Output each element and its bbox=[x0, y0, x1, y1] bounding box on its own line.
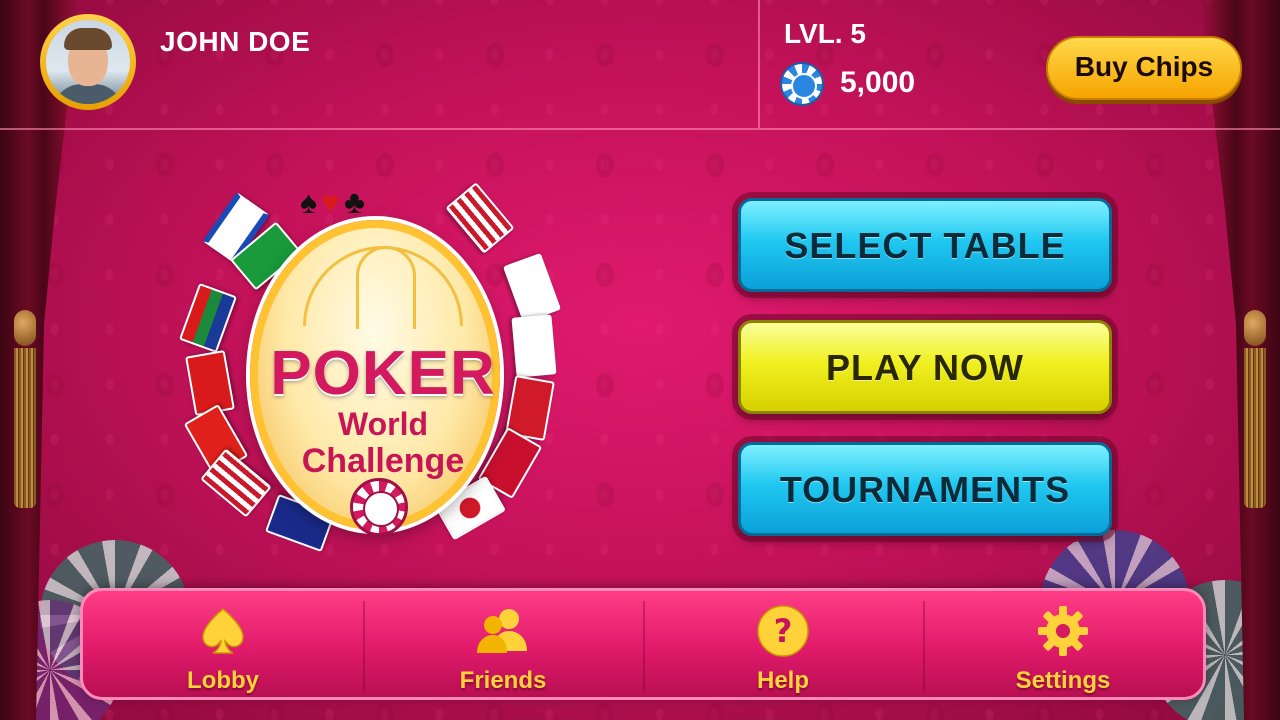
top-bar: JOHN DOE LVL. 5 5,000 Buy Chips bbox=[0, 0, 1280, 130]
nav-item-help[interactable]: ? Help bbox=[643, 591, 923, 697]
avatar[interactable] bbox=[40, 14, 136, 110]
player-name: JOHN DOE bbox=[160, 26, 311, 57]
logo-subtitle-line1: World bbox=[337, 406, 429, 442]
logo-subtitle-line2: Challenge bbox=[301, 442, 465, 480]
logo-emblem: POKER World Challenge bbox=[250, 220, 500, 536]
flag-turkey bbox=[185, 349, 235, 417]
nav-label-help: Help bbox=[756, 667, 809, 694]
poker-chip-icon bbox=[350, 478, 408, 536]
play-now-button[interactable]: PLAY NOW bbox=[738, 320, 1112, 414]
buy-chips-button[interactable]: Buy Chips bbox=[1046, 36, 1242, 100]
select-table-button[interactable]: SELECT TABLE bbox=[738, 198, 1112, 292]
friends-icon bbox=[475, 603, 531, 659]
bottom-nav: Lobby Friends ? Help Settings bbox=[80, 588, 1206, 700]
logo-title: POKER bbox=[270, 339, 496, 408]
nav-label-friends: Friends bbox=[459, 667, 547, 694]
chip-icon bbox=[780, 62, 824, 106]
nav-label-settings: Settings bbox=[1015, 667, 1111, 694]
chip-balance: 5,000 bbox=[840, 66, 916, 99]
svg-text:?: ? bbox=[774, 612, 793, 650]
tournaments-button[interactable]: TOURNAMENTS bbox=[738, 442, 1112, 536]
help-icon: ? bbox=[755, 603, 811, 659]
nav-item-friends[interactable]: Friends bbox=[363, 591, 643, 697]
tassel-left bbox=[14, 310, 36, 510]
flag-usa-right bbox=[445, 182, 515, 254]
gear-icon bbox=[1035, 603, 1091, 659]
flag-finland bbox=[502, 252, 562, 324]
tassel-right bbox=[1244, 310, 1266, 510]
flag-south-africa bbox=[178, 282, 238, 354]
avatar-photo bbox=[46, 20, 130, 104]
card-suits-icon: ♠♥♣ bbox=[300, 184, 369, 220]
spade-icon bbox=[195, 603, 251, 659]
game-logo: ♠♥♣ POKER World Challenge bbox=[150, 158, 600, 568]
flag-korea bbox=[511, 314, 557, 378]
nav-label-lobby: Lobby bbox=[187, 667, 259, 694]
nav-item-lobby[interactable]: Lobby bbox=[83, 591, 363, 697]
nav-item-settings[interactable]: Settings bbox=[923, 591, 1203, 697]
globe-icon bbox=[303, 246, 463, 329]
player-level: LVL. 5 bbox=[784, 18, 866, 49]
header-divider bbox=[758, 0, 760, 128]
